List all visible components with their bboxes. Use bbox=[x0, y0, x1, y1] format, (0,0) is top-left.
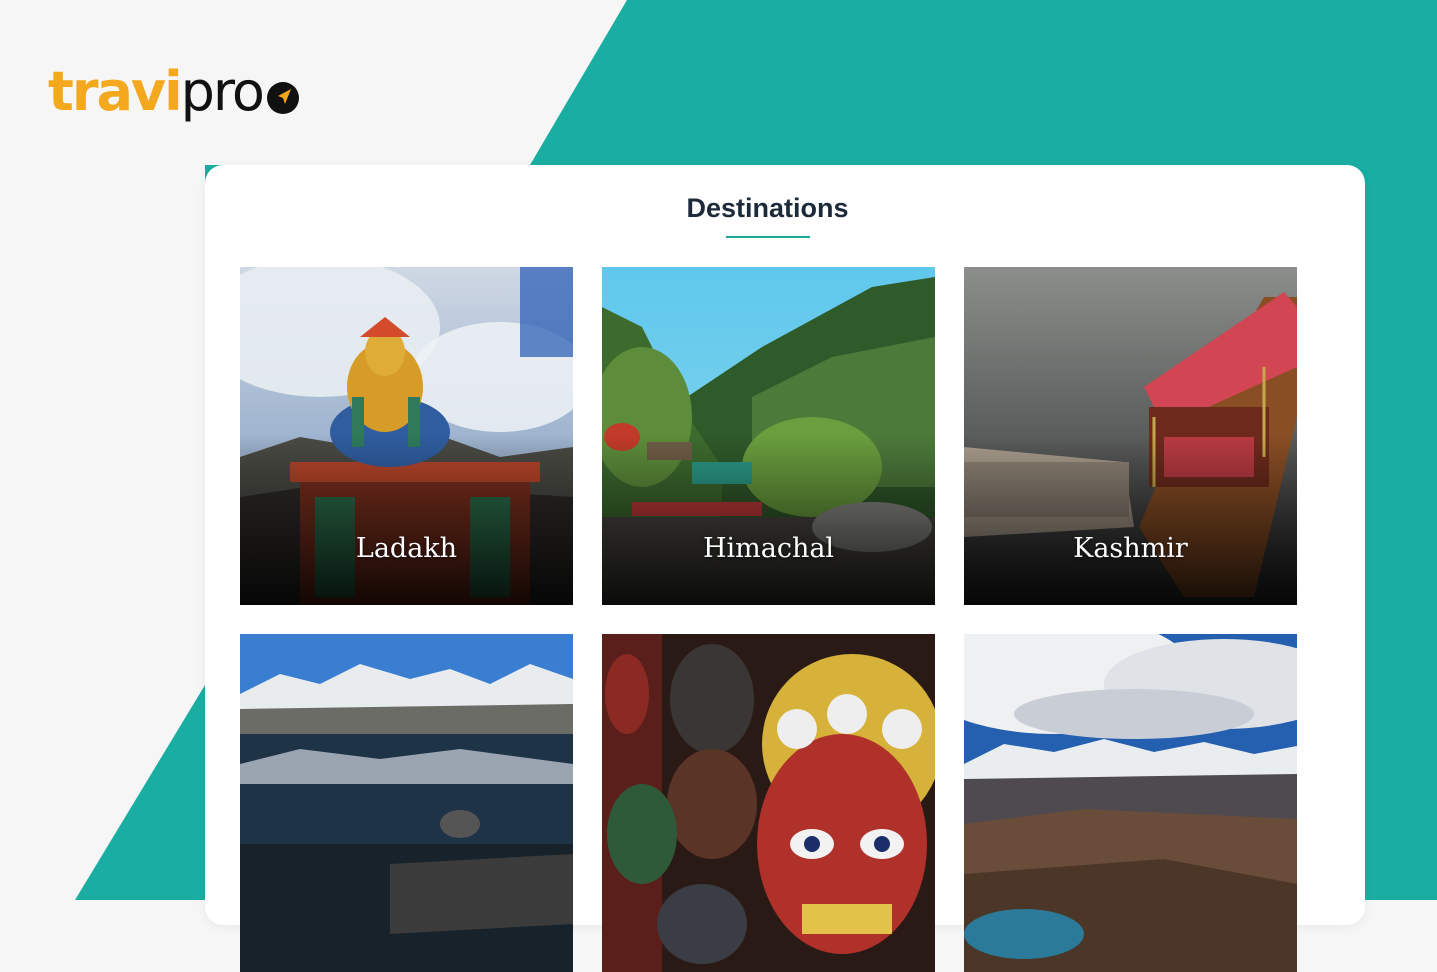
travipro-logo[interactable]: travi pro bbox=[48, 62, 301, 142]
masks-image bbox=[602, 634, 935, 972]
destination-tile-himachal[interactable]: Himachal bbox=[602, 267, 935, 605]
logo-text-pro: pro bbox=[180, 60, 265, 123]
destinations-card: Destinations Ladakh Himachal Kashmir bbox=[205, 165, 1365, 972]
snow-range-image bbox=[964, 634, 1297, 972]
logo-text-travi: travi bbox=[48, 60, 183, 123]
destination-label: Ladakh bbox=[355, 533, 458, 564]
section-title: Destinations bbox=[686, 193, 849, 223]
tile-shade bbox=[964, 435, 1297, 605]
tile-shade bbox=[602, 435, 935, 605]
destinations-grid: Ladakh Himachal Kashmir bbox=[240, 267, 1300, 972]
destination-tile-mountain-lake[interactable] bbox=[240, 634, 573, 972]
destination-tile-snow-range[interactable] bbox=[964, 634, 1297, 972]
title-underline bbox=[726, 236, 810, 238]
destination-tile-ladakh[interactable]: Ladakh bbox=[240, 267, 573, 605]
destination-label: Himachal bbox=[702, 533, 835, 564]
mountain-lake-image bbox=[240, 634, 573, 972]
destination-tile-masks[interactable] bbox=[602, 634, 935, 972]
tile-shade bbox=[240, 435, 573, 605]
navigation-arrow-icon bbox=[266, 82, 299, 114]
destination-tile-kashmir[interactable]: Kashmir bbox=[964, 267, 1297, 605]
destination-label: Kashmir bbox=[1073, 533, 1188, 564]
